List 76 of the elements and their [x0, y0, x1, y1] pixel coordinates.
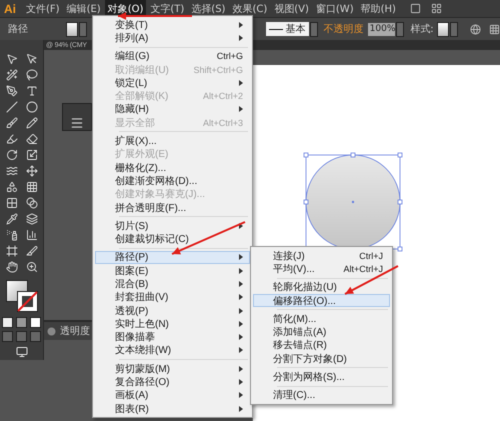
stroke-profile-field[interactable]: 基本: [266, 22, 309, 36]
menu-item[interactable]: 简化(M)...: [253, 312, 390, 326]
pencil-icon[interactable]: [24, 116, 40, 129]
menu-item[interactable]: 透视(P): [95, 304, 250, 318]
menu-item[interactable]: 轮廓化描边(U): [253, 280, 390, 294]
slice-icon[interactable]: [24, 244, 40, 257]
menu-title[interactable]: 帮助(H): [358, 0, 399, 18]
hand-icon[interactable]: [4, 260, 20, 273]
menu-item[interactable]: 清理(C)...: [253, 388, 390, 402]
menu-title[interactable]: 编辑(E): [64, 0, 104, 18]
menu-item[interactable]: 剪切蒙版(M): [95, 362, 250, 376]
lasso-icon[interactable]: [24, 68, 40, 81]
menu-item[interactable]: 移去锚点(R): [253, 338, 390, 352]
menu-item[interactable]: 栅格化(Z)...: [95, 160, 250, 174]
menu-item[interactable]: 拼合透明度(F)...: [95, 200, 250, 214]
menu-title[interactable]: 文字(T): [147, 0, 188, 18]
menu-item[interactable]: 文本绕排(W): [95, 344, 250, 358]
grid-icon[interactable]: [488, 24, 500, 34]
annotation-arrow: [344, 265, 398, 295]
collapsed-panel[interactable]: [62, 103, 92, 131]
menu-title[interactable]: 视图(V): [271, 0, 312, 18]
menu-item[interactable]: 添加锚点(A): [253, 325, 390, 339]
artboard-icon[interactable]: [4, 244, 20, 257]
menu-title[interactable]: 窗口(W): [312, 0, 357, 18]
menu-item[interactable]: 锁定(L): [95, 76, 250, 90]
fill-stroke-drawing[interactable]: [4, 280, 40, 314]
menu-item[interactable]: 创建裁切标记(C): [95, 232, 250, 246]
menu-title[interactable]: 效果(C): [229, 0, 270, 18]
style-label: 样式:: [410, 22, 434, 36]
opacity-label[interactable]: 不透明度: [324, 22, 364, 36]
fill-swatch[interactable]: [66, 22, 78, 36]
object-type-label: 路径: [8, 23, 28, 36]
ellipse-tool-icon[interactable]: [24, 100, 40, 113]
screen-mode-icon[interactable]: [14, 345, 30, 358]
style-swatch[interactable]: [436, 22, 450, 36]
menu-icon[interactable]: [70, 116, 84, 130]
menu-item[interactable]: 图表(R): [95, 402, 250, 416]
menu-item[interactable]: 画板(A): [95, 388, 250, 402]
menu-item[interactable]: 变换(T): [95, 18, 250, 32]
app-logo: Ai: [4, 2, 16, 16]
gradient-mode-icon[interactable]: [16, 317, 27, 328]
menu-item[interactable]: 分割为网格(S)...: [253, 370, 390, 384]
menu-item[interactable]: 切片(S): [95, 219, 250, 232]
menu-item[interactable]: 创建渐变网格(D)...: [95, 174, 250, 188]
menu-item[interactable]: 分割下方对象(D): [253, 352, 390, 366]
pen-icon[interactable]: [4, 84, 20, 97]
dropdown-toggle[interactable]: [79, 22, 88, 36]
eraser-icon[interactable]: [24, 132, 40, 145]
dropdown-toggle[interactable]: [450, 22, 458, 36]
workspace-layout-icon[interactable]: [430, 3, 442, 14]
menu-item[interactable]: 排列(A): [95, 31, 250, 45]
menu-item[interactable]: 平均(V)... Alt+Ctrl+J: [253, 262, 390, 276]
none-mode-icon[interactable]: [30, 317, 41, 328]
globe-icon[interactable]: [470, 24, 481, 34]
menu-item[interactable]: 连接(J) Ctrl+J: [253, 249, 390, 262]
dropdown-toggle[interactable]: [396, 22, 404, 36]
menu-item[interactable]: 扩展(X)...: [95, 134, 250, 148]
opacity-field[interactable]: 100%: [368, 22, 396, 36]
magic-wand-icon[interactable]: [4, 68, 20, 81]
line-tool-icon[interactable]: [4, 100, 20, 113]
menu-item[interactable]: 隐藏(H): [95, 102, 250, 116]
free-transform-icon[interactable]: [24, 164, 40, 177]
menu-item[interactable]: 图案(E): [95, 264, 250, 278]
panel-title: 透明度: [60, 324, 90, 338]
menu-title[interactable]: 文件(F): [23, 0, 63, 18]
dropdown-toggle[interactable]: [310, 22, 318, 36]
brush-icon[interactable]: [4, 116, 20, 129]
menu-item[interactable]: 混合(B): [95, 277, 250, 291]
menu-item[interactable]: 偏移路径(O)...: [253, 294, 390, 308]
menu-item[interactable]: 封套扭曲(V): [95, 290, 250, 304]
panel-circle-icon: [47, 326, 56, 336]
menu-item[interactable]: 路径(P): [95, 250, 250, 264]
menu-item[interactable]: 复合路径(O): [95, 375, 250, 389]
color-mode-icon[interactable]: [2, 317, 13, 328]
menu-item[interactable]: 编组(G) Ctrl+G: [95, 50, 250, 63]
menu-title[interactable]: 选择(S): [188, 0, 228, 18]
